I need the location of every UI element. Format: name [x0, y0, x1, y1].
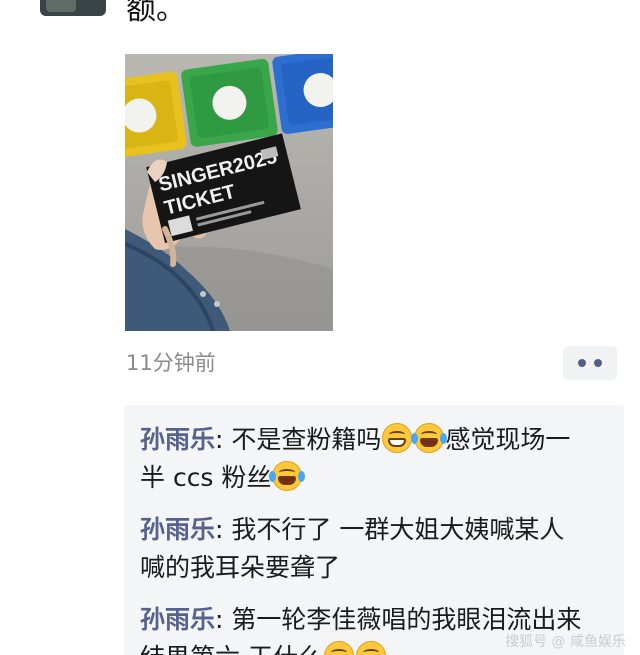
comment-text: 不是查粉籍吗 — [231, 425, 382, 454]
post-photo[interactable]: SINGER2025 TICKET — [125, 54, 333, 331]
grin-emoji-icon — [355, 641, 386, 655]
avatar-image — [46, 0, 76, 12]
watermark: 搜狐号 @ 咸鱼娱乐 — [505, 634, 626, 650]
comment-item[interactable]: 孙雨乐: 不是查粉籍吗 感觉现场一 半 ccs 粉丝 — [140, 421, 620, 497]
comment-separator: : — [215, 425, 232, 454]
comment-author[interactable]: 孙雨乐 — [140, 515, 215, 544]
comment-author[interactable]: 孙雨乐 — [140, 605, 215, 634]
laugh-tears-emoji-icon — [269, 461, 306, 491]
moments-feed: 额。 SINGER2025 TICKET 11分钟前 孙雨乐: 不是查粉籍吗 感… — [0, 0, 640, 655]
comment-text: 我不行了 一群大姐大姨喊某人 — [231, 515, 565, 544]
post-timestamp: 11分钟前 — [126, 351, 216, 375]
grin-emoji-icon — [323, 641, 354, 655]
dot-icon — [578, 359, 586, 367]
comment-item[interactable]: 孙雨乐: 我不行了 一群大姐大姨喊某人 喊的我耳朵要聋了 — [140, 511, 620, 587]
laugh-tears-emoji-icon — [411, 423, 448, 453]
avatar[interactable] — [40, 0, 106, 16]
comments-panel: 孙雨乐: 不是查粉籍吗 感觉现场一 半 ccs 粉丝 孙雨乐: 我不行了 一群大姐… — [124, 405, 624, 655]
comment-text-line2: 结果第六 干什么 — [140, 643, 323, 655]
comment-separator: : — [215, 515, 232, 544]
comment-text-line2: 半 ccs 粉丝 — [140, 463, 272, 492]
comment-author[interactable]: 孙雨乐 — [140, 425, 215, 454]
post-text: 额。 — [126, 0, 186, 27]
comment-text: 第一轮李佳薇唱的我眼泪流出来 — [231, 605, 582, 634]
more-actions-button[interactable] — [563, 346, 617, 380]
dot-icon — [594, 359, 602, 367]
ticket-photo-image: SINGER2025 TICKET — [125, 54, 333, 331]
comment-text-line2: 喊的我耳朵要聋了 — [140, 553, 341, 582]
comment-text-end: 感觉现场一 — [445, 425, 571, 454]
comment-separator: : — [215, 605, 232, 634]
grin-emoji-icon — [382, 423, 413, 453]
